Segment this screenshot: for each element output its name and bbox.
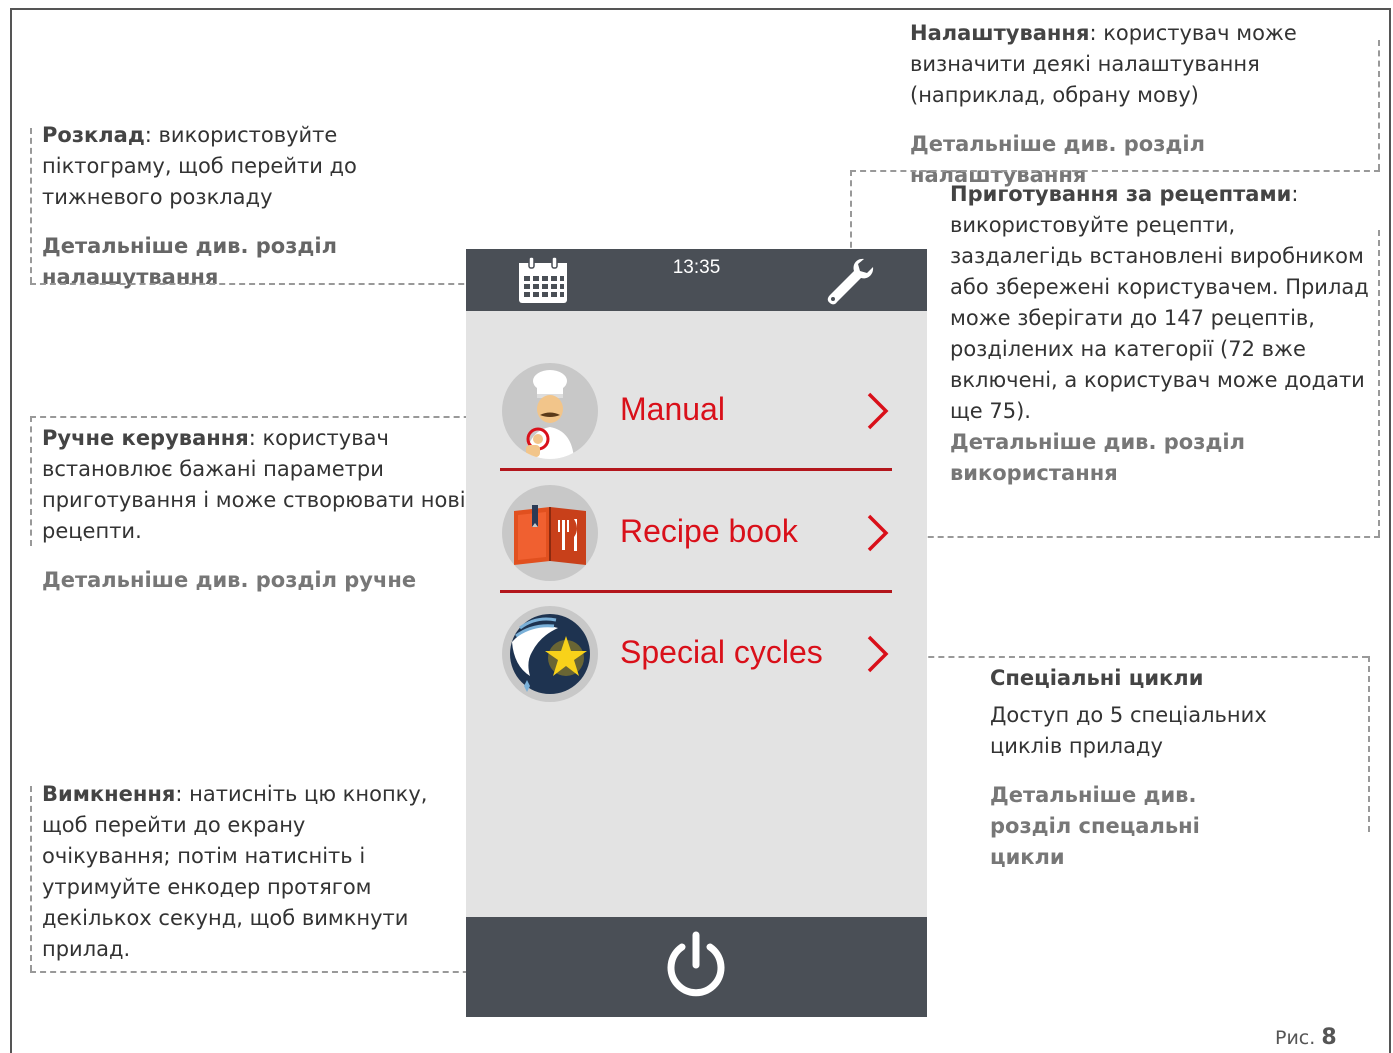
settings-leader-v [850,170,852,258]
chevron-right-icon [867,514,889,552]
power-leader-v [30,786,32,971]
schedule-annotation: Розклад: використовуйте піктограму, щоб … [42,120,472,293]
figure-number: 8 [1321,1025,1337,1050]
manual-leader-h [30,416,500,418]
chevron-right-icon [867,392,889,430]
recipes-annotation: Приготування за рецептами: використовуйт… [950,179,1370,489]
special-text: Доступ до 5 спеціальних циклів приладу [990,703,1267,758]
special-leader-h [898,656,1368,658]
special-annotation: Спеціальні цикли Доступ до 5 спеціальних… [990,663,1320,873]
recipes-title: Приготування за рецептами [950,182,1292,206]
special-cycles-label: Special cycles [620,634,823,670]
settings-title: Налаштування [910,21,1090,45]
manual-title: Ручне керування [42,426,249,450]
settings-leader-h [850,170,1380,172]
schedule-leader-h [30,283,514,285]
manual-label: Manual [620,391,725,427]
chef-icon [502,363,598,459]
power-text: : натисніть цю кнопку, щоб перейти до ек… [42,782,428,961]
power-annotation: Вимкнення: натисніть цю кнопку, щоб пере… [42,779,432,965]
settings-leader-r [1378,40,1380,170]
menu-item-special-cycles[interactable]: Special cycles [496,602,892,712]
manual-leader-v [30,416,32,546]
manual-annotation: Ручне керування: користувач встановлює б… [42,423,472,596]
power-title: Вимкнення [42,782,176,806]
bottom-bar [466,917,927,1017]
special-more: Детальніше див. розділ спецальні цикли [990,783,1200,869]
manual-more: Детальніше див. розділ ручне [42,568,417,592]
recipes-more: Детальніше див. розділ використання [950,430,1245,485]
schedule-leader [30,128,32,283]
top-bar: 13:35 [466,249,927,311]
recipes-leader-v [1378,230,1380,536]
special-title: Спеціальні цикли [990,666,1204,690]
schedule-title: Розклад [42,123,145,147]
menu-item-recipe-book[interactable]: Recipe book [496,481,892,591]
settings-annotation: Налаштування: користувач може визначити … [910,18,1360,191]
recipes-text: : використовуйте рецепти, заздалегідь вс… [950,182,1369,423]
figure-prefix: Рис. [1275,1027,1316,1049]
device-screen: 13:35 Manual Recipe book Special cycles [466,249,927,1017]
separator [500,468,892,471]
figure-caption: Рис. 8 [1275,1025,1337,1050]
special-cycles-icon [502,606,598,702]
menu-item-manual[interactable]: Manual [496,359,892,469]
separator [500,590,892,593]
recipe-book-label: Recipe book [620,513,798,549]
power-icon[interactable] [664,931,728,1001]
wrench-icon[interactable] [824,255,876,307]
chevron-right-icon [867,635,889,673]
recipe-book-icon [502,485,598,581]
special-leader-v [1368,656,1370,832]
recipes-leader-h [898,536,1380,538]
